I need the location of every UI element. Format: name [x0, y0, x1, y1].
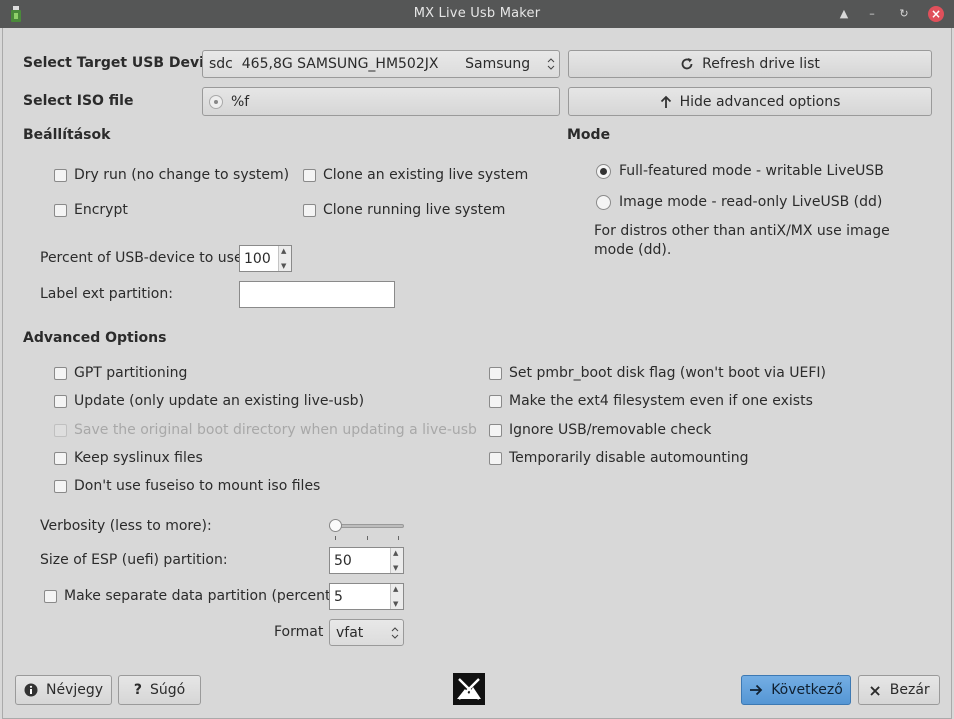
spin-arrows-icon[interactable]	[390, 548, 403, 573]
data-partition-checkbox[interactable]	[44, 590, 57, 603]
save-boot-checkbox	[54, 424, 67, 437]
percent-label: Percent of USB-device to use:	[40, 250, 248, 266]
target-device-label: Select Target USB Device	[23, 55, 222, 71]
about-button[interactable]: Névjegy	[15, 675, 112, 705]
keep-syslinux-label: Keep syslinux files	[74, 450, 203, 466]
about-label: Névjegy	[45, 682, 104, 698]
close-label: Bezár	[889, 682, 930, 698]
clone-existing-checkbox[interactable]	[303, 169, 316, 182]
encrypt-label: Encrypt	[74, 202, 128, 218]
ext4-label: Make the ext4 filesystem even if one exi…	[509, 393, 813, 409]
slider-handle[interactable]	[329, 519, 342, 532]
hide-advanced-button[interactable]: Hide advanced options	[568, 87, 932, 116]
disable-automount-checkbox[interactable]	[489, 452, 502, 465]
format-label: Format	[274, 624, 324, 640]
pmbr-checkbox[interactable]	[489, 367, 502, 380]
close-icon: ×	[868, 680, 882, 700]
ignore-usb-checkbox[interactable]	[489, 424, 502, 437]
slider-tick	[367, 536, 368, 540]
main-content: Select Target USB Device sdc 465,8G SAMS…	[2, 28, 952, 719]
mode-heading: Mode	[567, 127, 611, 143]
clone-running-label: Clone running live system	[323, 202, 506, 218]
disc-icon	[209, 94, 223, 109]
full-featured-label: Full-featured mode - writable LiveUSB	[619, 163, 884, 179]
disable-automount-label: Temporarily disable automounting	[509, 450, 749, 466]
arrow-up-icon	[660, 95, 671, 108]
percent-spinbox[interactable]: 100	[239, 245, 292, 272]
data-partition-value: 5	[334, 588, 343, 605]
verbosity-label: Verbosity (less to more):	[40, 518, 212, 534]
full-featured-radio[interactable]	[596, 164, 611, 179]
mx-logo-icon	[453, 673, 485, 705]
clone-running-checkbox[interactable]	[303, 204, 316, 217]
spin-arrows-icon[interactable]	[278, 246, 291, 271]
refresh-drive-button[interactable]: Refresh drive list	[568, 50, 932, 78]
hide-advanced-label: Hide advanced options	[679, 93, 841, 110]
combo-arrows-icon	[547, 58, 555, 70]
slider-tick	[398, 536, 399, 540]
window-title: MX Live Usb Maker	[413, 6, 541, 21]
app-window: MX Live Usb Maker ▲ – ↻ × Select Target …	[0, 0, 954, 719]
save-boot-label: Save the original boot directory when up…	[74, 422, 477, 438]
data-partition-label: Make separate data partition (percent)	[64, 588, 336, 604]
combo-arrows-icon	[391, 626, 399, 639]
minimize-icon[interactable]: –	[864, 6, 880, 22]
advanced-heading: Advanced Options	[23, 330, 167, 346]
close-window-icon[interactable]: ×	[928, 6, 944, 22]
image-mode-label: Image mode - read-only LiveUSB (dd)	[619, 194, 883, 210]
help-button[interactable]: ? Súgó	[118, 675, 201, 705]
encrypt-checkbox[interactable]	[54, 204, 67, 217]
data-partition-spinbox[interactable]: 5	[329, 583, 404, 610]
label-ext-input[interactable]	[239, 281, 395, 308]
esp-size-value: 50	[334, 552, 352, 569]
clone-existing-label: Clone an existing live system	[323, 167, 529, 183]
info-icon	[24, 683, 38, 697]
help-label: Súgó	[149, 682, 186, 698]
percent-value: 100	[244, 250, 271, 267]
spin-arrows-icon[interactable]	[390, 584, 403, 609]
ext4-checkbox[interactable]	[489, 395, 502, 408]
pmbr-label: Set pmbr_boot disk flag (won't boot via …	[509, 365, 826, 381]
maximize-icon[interactable]: ↻	[896, 6, 912, 22]
iso-file-label: Select ISO file	[23, 93, 134, 109]
target-device-select[interactable]: sdc 465,8G SAMSUNG_HM502JX Samsung	[202, 50, 560, 78]
iso-file-button[interactable]: %f	[202, 87, 560, 116]
next-button[interactable]: Következő	[741, 675, 851, 705]
target-device-value: sdc 465,8G SAMSUNG_HM502JX Samsung	[209, 56, 531, 72]
no-fuseiso-checkbox[interactable]	[54, 480, 67, 493]
title-bar: MX Live Usb Maker ▲ – ↻ ×	[0, 0, 954, 28]
gpt-checkbox[interactable]	[54, 367, 67, 380]
help-icon: ?	[133, 682, 142, 698]
format-value: vfat	[336, 624, 364, 641]
image-mode-radio[interactable]	[596, 195, 611, 210]
gpt-label: GPT partitioning	[74, 365, 188, 381]
no-fuseiso-label: Don't use fuseiso to mount iso files	[74, 478, 321, 494]
refresh-drive-label: Refresh drive list	[702, 56, 820, 72]
settings-heading: Beállítások	[23, 127, 111, 143]
format-select[interactable]: vfat	[329, 619, 404, 646]
arrow-right-icon	[750, 684, 763, 696]
esp-size-label: Size of ESP (uefi) partition:	[40, 552, 228, 568]
slider-tick	[335, 536, 336, 540]
dry-run-label: Dry run (no change to system)	[74, 167, 290, 183]
update-checkbox[interactable]	[54, 395, 67, 408]
close-button[interactable]: × Bezár	[858, 675, 940, 705]
update-label: Update (only update an existing live-usb…	[74, 393, 365, 409]
label-ext-label: Label ext partition:	[40, 286, 173, 302]
next-label: Következő	[771, 682, 843, 698]
refresh-icon	[681, 58, 693, 70]
ignore-usb-label: Ignore USB/removable check	[509, 422, 712, 438]
dry-run-checkbox[interactable]	[54, 169, 67, 182]
esp-size-spinbox[interactable]: 50	[329, 547, 404, 574]
shade-icon[interactable]: ▲	[836, 6, 852, 22]
keep-syslinux-checkbox[interactable]	[54, 452, 67, 465]
mode-note: For distros other than antiX/MX use imag…	[594, 223, 890, 258]
iso-file-value: %f	[231, 93, 250, 110]
